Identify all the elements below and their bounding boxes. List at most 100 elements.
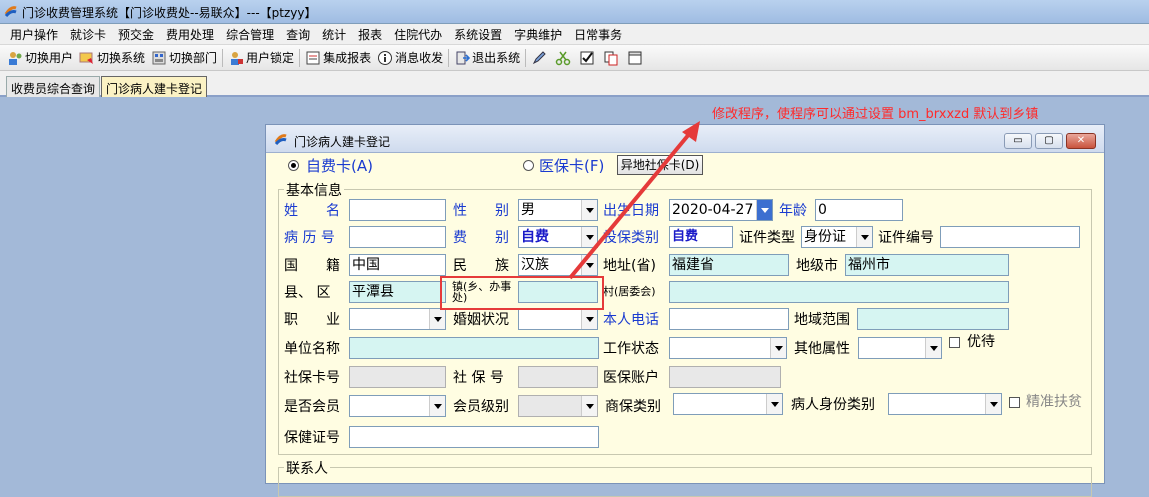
switch-dept-button[interactable]: 切换部门	[148, 49, 220, 66]
chevron-down-icon[interactable]	[925, 338, 941, 358]
menu-report[interactable]: 报表	[352, 26, 388, 43]
menu-fee[interactable]: 费用处理	[160, 26, 220, 43]
menu-daily[interactable]: 日常事务	[568, 26, 628, 43]
gender-select[interactable]: 男	[518, 199, 598, 221]
company-input[interactable]	[349, 337, 599, 359]
app-title: 门诊收费管理系统【门诊收费处--易联众】---【ptzyy】	[22, 6, 317, 20]
ethnic-value: 汉族	[521, 257, 549, 273]
copy-icon	[604, 51, 618, 65]
chevron-down-icon[interactable]	[429, 309, 445, 329]
chevron-down-icon[interactable]	[770, 338, 786, 358]
message-button[interactable]: 消息收发	[374, 49, 446, 66]
ethnic-select[interactable]: 汉族	[518, 254, 598, 276]
self-pay-radio[interactable]	[288, 160, 299, 171]
toolbar-separator	[525, 48, 527, 67]
poverty-checkbox[interactable]	[1009, 397, 1020, 408]
exit-label: 退出系统	[472, 51, 521, 65]
window-tool-button[interactable]	[624, 50, 648, 66]
marriage-select[interactable]	[518, 308, 598, 330]
chevron-down-icon[interactable]	[581, 309, 597, 329]
id-no-input[interactable]	[940, 226, 1080, 248]
menu-card[interactable]: 就诊卡	[64, 26, 112, 43]
register-dialog: 门诊病人建卡登记 ▭ ▢ ✕ 自费卡(A) 医保卡(F) 异地社保卡(D) 基本…	[265, 124, 1105, 497]
menu-manage[interactable]: 综合管理	[220, 26, 280, 43]
menu-user-ops[interactable]: 用户操作	[4, 26, 64, 43]
app-logo-icon	[4, 6, 17, 17]
medical-account-input[interactable]	[669, 366, 781, 388]
birth-value: 2020-04-27	[672, 202, 754, 218]
chevron-down-icon[interactable]	[429, 396, 445, 416]
minimize-button[interactable]: ▭	[1004, 133, 1032, 149]
member-level-label: 会员级别	[453, 399, 509, 415]
record-no-input[interactable]	[349, 226, 446, 248]
tab-patient-card-register[interactable]: 门诊病人建卡登记	[101, 76, 208, 97]
social-card-label: 社保卡号	[284, 370, 340, 386]
integrated-report-label: 集成报表	[323, 51, 372, 65]
social-card-input[interactable]	[349, 366, 446, 388]
nationality-input[interactable]: 中国	[349, 254, 446, 276]
record-no-label: 病 历 号	[284, 230, 335, 246]
phone-input[interactable]	[669, 308, 789, 330]
insurance-type-label: 投保类别	[603, 230, 659, 246]
member-level-select[interactable]	[518, 395, 598, 417]
id-type-value: 身份证	[804, 229, 846, 245]
job-select[interactable]	[349, 308, 446, 330]
region-label: 地域范围	[794, 312, 850, 328]
member-label: 是否会员	[284, 399, 340, 415]
village-input[interactable]	[669, 281, 1009, 303]
chevron-down-icon[interactable]	[581, 227, 597, 247]
province-input[interactable]: 福建省	[669, 254, 789, 276]
identity-type-select[interactable]	[888, 393, 1002, 415]
chevron-down-icon[interactable]	[581, 255, 597, 275]
chevron-down-icon[interactable]	[581, 200, 597, 220]
health-card-input[interactable]	[349, 426, 599, 448]
other-attr-select[interactable]	[858, 337, 942, 359]
work-status-select[interactable]	[669, 337, 787, 359]
calendar-dropdown-icon[interactable]	[756, 200, 772, 220]
menu-inpatient[interactable]: 住院代办	[388, 26, 448, 43]
chevron-down-icon[interactable]	[766, 394, 782, 414]
copy-tool-button[interactable]	[600, 50, 624, 66]
county-input[interactable]: 平潭县	[349, 281, 446, 303]
id-type-select[interactable]: 身份证	[801, 226, 873, 248]
user-lock-button[interactable]: 用户锁定	[225, 49, 297, 66]
region-input[interactable]	[857, 308, 1009, 330]
report-icon	[306, 51, 320, 64]
menu-dictionary[interactable]: 字典维护	[508, 26, 568, 43]
check-tool-button[interactable]	[576, 50, 600, 66]
chevron-down-icon[interactable]	[985, 394, 1001, 414]
menu-query[interactable]: 查询	[280, 26, 316, 43]
birth-date-picker[interactable]: 2020-04-27	[669, 199, 773, 221]
remote-social-card-button[interactable]: 异地社保卡(D)	[617, 155, 703, 175]
switch-system-button[interactable]: 切换系统	[76, 49, 148, 66]
age-input[interactable]: 0	[815, 199, 903, 221]
commercial-select[interactable]	[673, 393, 783, 415]
social-no-input[interactable]	[518, 366, 598, 388]
fee-type-select[interactable]: 自费	[518, 226, 598, 248]
integrated-report-button[interactable]: 集成报表	[302, 49, 374, 66]
tab-cashier-query[interactable]: 收费员综合查询	[6, 76, 101, 97]
menu-stats[interactable]: 统计	[316, 26, 352, 43]
chevron-down-icon[interactable]	[581, 396, 597, 416]
city-input[interactable]: 福州市	[845, 254, 1009, 276]
switch-user-button[interactable]: 切换用户	[4, 49, 76, 66]
maximize-button[interactable]: ▢	[1035, 133, 1063, 149]
birth-label: 出生日期	[603, 203, 659, 219]
menu-deposit[interactable]: 预交金	[112, 26, 160, 43]
insurance-type-field[interactable]: 自费	[669, 226, 733, 248]
priority-checkbox[interactable]	[949, 337, 960, 348]
users-icon	[9, 51, 22, 65]
close-button[interactable]: ✕	[1066, 133, 1096, 149]
name-input[interactable]	[349, 199, 446, 221]
medical-card-radio[interactable]	[523, 160, 534, 171]
exit-button[interactable]: 退出系统	[451, 49, 523, 66]
menu-settings[interactable]: 系统设置	[448, 26, 508, 43]
commercial-label: 商保类别	[605, 399, 661, 415]
member-select[interactable]	[349, 395, 446, 417]
fee-type-label: 费 别	[453, 230, 509, 246]
edit-tool-button[interactable]	[528, 50, 552, 66]
scissors-tool-button[interactable]	[552, 50, 576, 66]
chevron-down-icon[interactable]	[856, 227, 872, 247]
age-label: 年龄	[779, 203, 807, 219]
marriage-label: 婚姻状况	[453, 312, 509, 328]
